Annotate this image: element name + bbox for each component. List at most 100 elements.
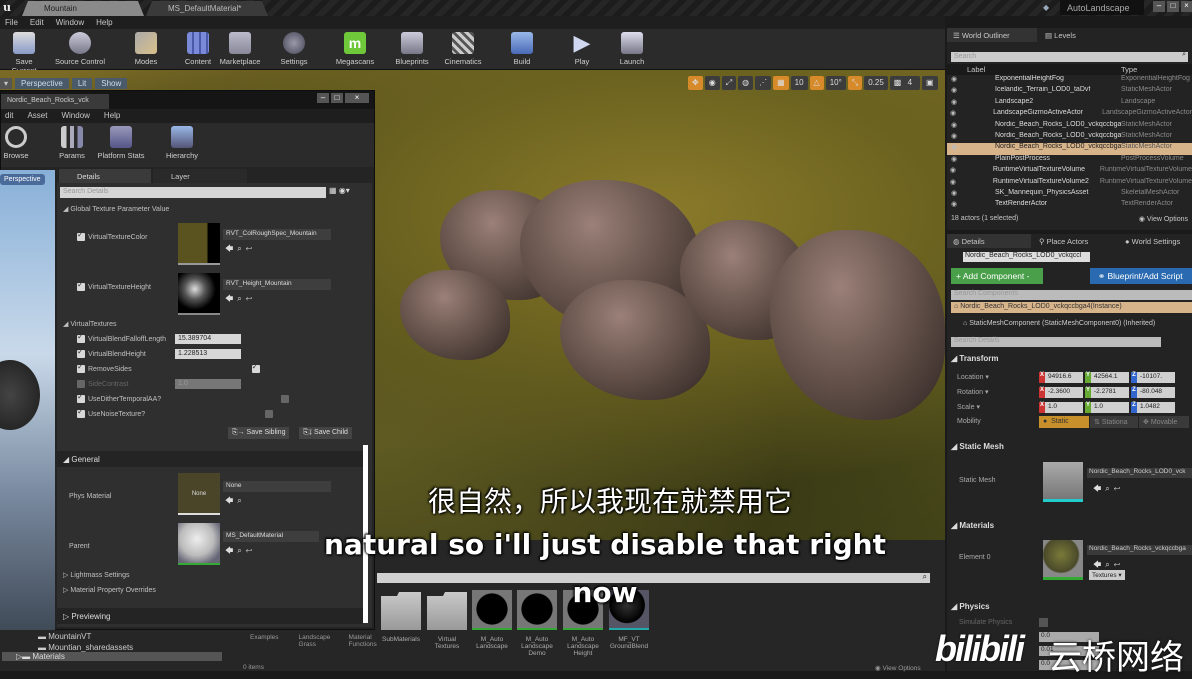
asset-actions[interactable]: 🡄⌕ [225,495,246,509]
asset-actions[interactable]: 🡄⌕↩ [1093,483,1124,497]
surface-snap-icon[interactable]: ⋰ [755,76,772,90]
override-checkbox[interactable] [77,407,85,418]
visibility-eye-icon[interactable]: ◉ [947,155,961,166]
section-material-overrides[interactable]: ▷ Material Property Overrides [57,586,363,594]
override-checkbox[interactable] [77,362,85,373]
override-checkbox[interactable] [77,332,85,343]
outliner-row[interactable]: ◉ SK_Mannequin_PhysicsAsset SkeletalMeshAc… [947,189,1192,200]
rotation-label[interactable]: Rotation ▾ [957,388,989,396]
section-transform[interactable]: ◢ Transform [951,354,999,363]
override-checkbox[interactable] [77,230,85,241]
blueprints-button[interactable]: Blueprints [392,32,432,66]
asset-label[interactable]: Material Functions [349,634,383,648]
rotate-icon[interactable]: ◉ [704,76,720,90]
override-checkbox[interactable] [77,380,85,388]
scale-x-input[interactable]: X 1.0 [1039,402,1083,413]
menu-help[interactable]: Help [96,18,112,27]
viewport-menu-button[interactable]: ▾ [0,78,13,89]
texture-dropdown[interactable]: RVT_ColRoughSpec_Mountain [223,229,331,240]
menu-edit[interactable]: dit [5,111,13,121]
simulate-physics-checkbox[interactable] [1039,618,1048,627]
column-type[interactable]: Type [1121,65,1137,74]
outliner-row[interactable]: ◉ LandscapeGizmoActiveActor LandscapeGizmo… [947,109,1192,120]
component-row[interactable]: ⌂ StaticMeshComponent (StaticMeshCompone… [963,320,1155,327]
visibility-eye-icon[interactable]: ◉ [947,121,961,132]
textures-dropdown[interactable]: Textures ▾ [1089,570,1125,580]
material-preview-viewport[interactable] [0,170,55,630]
rotation-snap-value[interactable]: 10° [825,76,846,90]
save-current-button[interactable]: Save Current [2,32,46,75]
blueprint-add-script-button[interactable]: ⚭ Blueprint/Add Script [1090,268,1192,284]
tab-details[interactable]: Details [59,169,151,183]
outliner-row[interactable]: ◉ TextRenderActor TextRenderActor [947,200,1192,211]
outliner-row[interactable]: ◉ Icelandic_Terrain_LOD0_taDvf StaticMeshA… [947,86,1192,97]
texture-dropdown[interactable]: RVT_Height_Mountain [223,279,331,290]
outliner-row[interactable]: ◉ PlainPostProcess PostProcessVolume [947,155,1192,166]
outliner-row[interactable]: ◉ ExponentialHeightFog ExponentialHeightFo… [947,75,1192,86]
tab-levels[interactable]: ▤ Levels [1037,28,1084,42]
material-thumbnail[interactable] [1043,540,1083,580]
cinematics-button[interactable]: Cinematics [440,32,486,66]
outliner-row[interactable]: ◉ Nordic_Beach_Rocks_LOD0_vckqccbga Static… [947,132,1192,143]
phys-material-thumbnail[interactable]: None [178,473,220,515]
maximize-button[interactable]: □ [331,93,343,103]
actor-name-input[interactable]: Nordic_Beach_Rocks_LOD0_vckqccl [963,252,1090,262]
visibility-eye-icon[interactable]: ◉ [947,86,961,97]
section-physics[interactable]: ◢ Physics [951,602,990,611]
params-button[interactable]: Params [57,126,87,160]
value-checkbox[interactable] [251,362,260,373]
play-button[interactable]: ▶ Play [564,32,600,67]
maximize-button[interactable]: □ [1167,1,1179,12]
section-lightmass[interactable]: ▷ Lightmass Settings [57,571,363,579]
tab-ms-default-material[interactable]: MS_DefaultMaterial* [146,1,268,16]
asset-actions[interactable]: 🡄⌕↩ [225,293,256,307]
outliner-row[interactable]: ◉ Nordic_Beach_Rocks_LOD0_vckqccbga Static… [947,143,1192,155]
column-label[interactable]: Label [947,65,1121,74]
show-button[interactable]: Show [95,78,128,89]
section-general[interactable]: ◢ General [57,451,363,467]
value-checkbox[interactable] [281,395,290,403]
outliner-row[interactable]: ◉ Landscape2 Landscape [947,98,1192,109]
marketplace-button[interactable]: Marketplace [216,32,264,66]
close-button[interactable]: × [345,93,369,103]
visibility-eye-icon[interactable]: ◉ [947,189,961,200]
location-z-input[interactable]: Z -10107. [1131,372,1175,383]
left-perspective-button[interactable]: Perspective [0,174,45,185]
number-input[interactable]: 1.0 [175,379,241,389]
menu-window[interactable]: Window [56,18,84,27]
scale-snap-value[interactable]: 0.25 [864,76,888,90]
search-details-input[interactable]: Search Details [951,337,1161,347]
content-button[interactable]: Content [180,32,216,66]
tab-place-actors[interactable]: ⚲ Place Actors [1033,234,1117,248]
outliner-search-input[interactable]: Search ⌕ [951,51,1188,62]
override-checkbox[interactable] [77,347,85,358]
tab-mountain[interactable]: Mountain [22,1,144,16]
maximize-viewport-icon[interactable]: ▣ [922,76,938,90]
folder-item-selected[interactable]: ▷▬ Materials [2,652,222,661]
scale-icon[interactable]: ⤢ [721,76,737,90]
visibility-eye-icon[interactable]: ◉ [947,98,961,109]
static-mesh-dropdown[interactable]: Nordic_Beach_Rocks_LOD0_vck [1087,468,1192,478]
add-component-button[interactable]: + Add Component - [951,268,1043,284]
feedback-icon[interactable]: ◆ [1043,3,1049,12]
grid-snap-value[interactable]: 10 [790,76,808,90]
material-tab[interactable]: Nordic_Beach_Rocks_vck [1,94,109,109]
save-child-button[interactable]: ⎘↧ Save Child [299,427,352,439]
camera-speed-button[interactable]: ▩ 4 [889,76,921,90]
rotation-x-input[interactable]: X -2.3600 [1039,387,1083,398]
outliner-row[interactable]: ◉ RuntimeVirtualTextureVolume RuntimeVirtu… [947,166,1192,177]
tab-details[interactable]: ◍ Details [947,234,1031,248]
menu-help[interactable]: Help [104,111,120,121]
browse-button[interactable]: Browse [1,126,31,160]
component-instance-row[interactable]: ⌂ Nordic_Beach_Rocks_LOD0_vckqccbga4(Ins… [951,302,1192,313]
platform-stats-button[interactable]: Platform Stats [93,126,149,160]
section-static-mesh[interactable]: ◢ Static Mesh [951,442,1004,451]
asset-actions[interactable]: 🡄⌕↩ [225,545,256,559]
section-virtual-textures[interactable]: ◢ VirtualTextures [57,320,363,328]
location-label[interactable]: Location ▾ [957,373,989,381]
mobility-movable-button[interactable]: ✥ Movable [1139,416,1189,428]
visibility-eye-icon[interactable]: ◉ [947,109,959,120]
visibility-eye-icon[interactable]: ◉ [947,132,961,143]
save-sibling-button[interactable]: ⎘→ Save Sibling [228,427,290,439]
view-options-button[interactable]: ◉ View Options [1139,215,1188,223]
